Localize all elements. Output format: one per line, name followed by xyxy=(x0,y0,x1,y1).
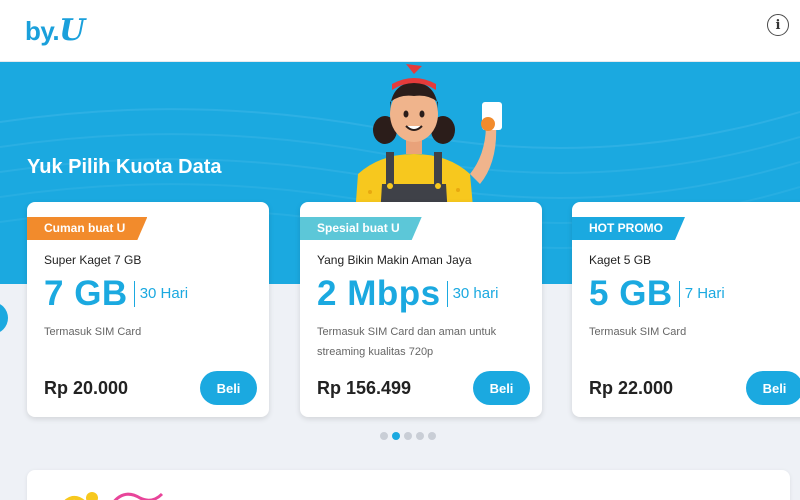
carousel-dot[interactable] xyxy=(380,432,388,440)
package-period: 30 Hari xyxy=(133,281,188,307)
buy-button[interactable]: Beli xyxy=(200,371,257,405)
package-quota: 2 Mbps xyxy=(317,274,441,313)
package-card[interactable]: HOT PROMO Kaget 5 GB 5 GB 7 Hari Termasu… xyxy=(572,202,800,417)
package-quota: 5 GB xyxy=(589,274,673,313)
promo-card[interactable] xyxy=(27,470,790,500)
quota-row: 2 Mbps 30 hari xyxy=(317,274,498,314)
package-description: Termasuk SIM Card xyxy=(44,326,142,338)
logo-text: by. xyxy=(25,16,60,46)
package-quota: 7 GB xyxy=(44,274,128,313)
package-description: Termasuk SIM Card xyxy=(589,326,687,338)
chevron-left-icon[interactable] xyxy=(0,302,8,334)
carousel-dot[interactable] xyxy=(404,432,412,440)
carousel-dot-active[interactable] xyxy=(392,432,400,440)
package-price: Rp 22.000 xyxy=(589,378,674,398)
package-name: Yang Bikin Makin Aman Jaya xyxy=(317,253,472,267)
hero-title: Yuk Pilih Kuota Data xyxy=(27,156,222,178)
package-card[interactable]: Cuman buat U Super Kaget 7 GB 7 GB 30 Ha… xyxy=(27,202,269,417)
buy-button[interactable]: Beli xyxy=(473,371,530,405)
quota-row: 7 GB 30 Hari xyxy=(44,274,188,314)
package-description: Termasuk SIM Card dan aman untuk streami… xyxy=(317,326,497,358)
byu-logo[interactable]: by. U xyxy=(25,13,85,48)
package-period: 7 Hari xyxy=(678,281,725,307)
package-card[interactable]: Spesial buat U Yang Bikin Makin Aman Jay… xyxy=(300,202,542,417)
top-bar: by. U i xyxy=(0,0,800,62)
buy-button[interactable]: Beli xyxy=(746,371,800,405)
carousel-dot[interactable] xyxy=(428,432,436,440)
info-icon[interactable]: i xyxy=(767,14,789,36)
logo-u: U xyxy=(59,13,86,48)
package-period: 30 hari xyxy=(446,281,498,307)
package-tag: Spesial buat U xyxy=(300,217,422,240)
promo-illustration xyxy=(64,492,164,500)
package-name: Super Kaget 7 GB xyxy=(44,253,142,267)
quota-row: 5 GB 7 Hari xyxy=(589,274,725,314)
package-price: Rp 20.000 xyxy=(44,378,129,398)
package-price: Rp 156.499 xyxy=(317,378,412,398)
carousel-dot[interactable] xyxy=(416,432,424,440)
carousel-dots xyxy=(380,432,436,440)
package-name: Kaget 5 GB xyxy=(589,253,652,267)
package-tag: Cuman buat U xyxy=(27,217,147,240)
package-tag: HOT PROMO xyxy=(572,217,685,240)
